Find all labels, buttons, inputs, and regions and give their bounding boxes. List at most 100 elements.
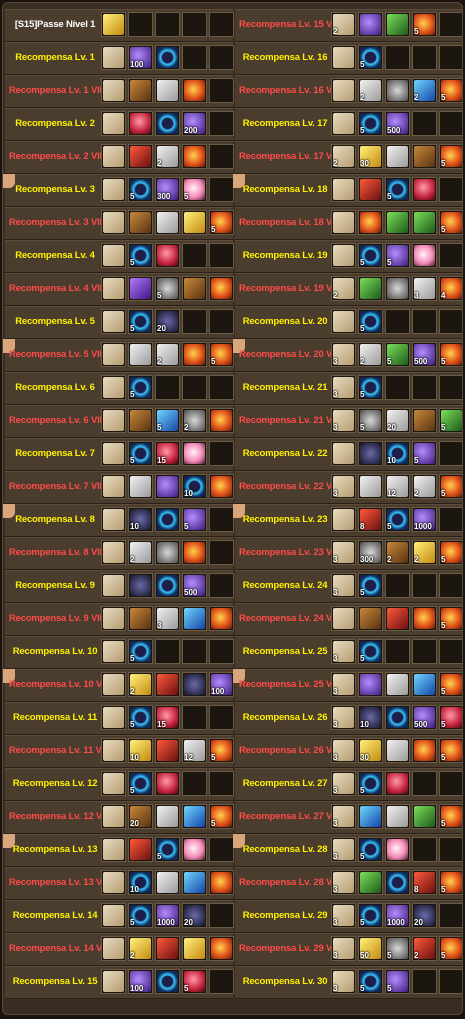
reward-item-slot[interactable] — [101, 177, 126, 202]
reward-item-slot[interactable] — [101, 738, 126, 763]
reward-item-slot[interactable] — [101, 804, 126, 829]
reward-item-slot[interactable] — [155, 540, 180, 565]
reward-item-slot[interactable]: 12 — [385, 474, 410, 499]
reward-item-slot[interactable]: 20 — [155, 309, 180, 334]
reward-item-slot[interactable] — [101, 639, 126, 664]
reward-item-slot[interactable]: 2 — [412, 936, 437, 961]
reward-item-slot[interactable]: 5 — [155, 276, 180, 301]
reward-item-slot[interactable]: 5 — [128, 177, 153, 202]
reward-item-slot[interactable] — [128, 210, 153, 235]
reward-item-slot[interactable] — [331, 210, 356, 235]
reward-item-slot[interactable] — [358, 12, 383, 37]
reward-item-slot[interactable] — [358, 441, 383, 466]
reward-item-slot[interactable]: 30 — [358, 144, 383, 169]
reward-item-slot[interactable]: 4 — [439, 276, 462, 301]
reward-item-slot[interactable] — [182, 837, 207, 862]
reward-item-slot[interactable]: 5 — [209, 804, 234, 829]
reward-item-slot[interactable] — [101, 969, 126, 994]
reward-item-slot[interactable] — [412, 408, 437, 433]
reward-item-slot[interactable]: 5 — [209, 210, 234, 235]
reward-item-slot[interactable]: 5 — [385, 243, 410, 268]
reward-item-slot[interactable]: 5 — [358, 243, 383, 268]
reward-item-slot[interactable]: 10 — [128, 738, 153, 763]
reward-item-slot[interactable]: 1000 — [385, 903, 410, 928]
reward-item-slot[interactable] — [331, 45, 356, 70]
reward-item-slot[interactable] — [128, 342, 153, 367]
reward-item-slot[interactable]: 15 — [155, 441, 180, 466]
reward-item-slot[interactable]: 3 — [331, 573, 356, 598]
reward-item-slot[interactable]: 5 — [128, 771, 153, 796]
reward-item-slot[interactable]: 3 — [331, 903, 356, 928]
reward-item-slot[interactable] — [101, 441, 126, 466]
reward-item-slot[interactable]: 5 — [358, 903, 383, 928]
reward-item-slot[interactable] — [128, 474, 153, 499]
reward-item-slot[interactable]: 5 — [358, 111, 383, 136]
reward-item-slot[interactable] — [155, 474, 180, 499]
reward-item-slot[interactable] — [182, 540, 207, 565]
reward-item-slot[interactable] — [128, 276, 153, 301]
reward-item-slot[interactable] — [101, 45, 126, 70]
reward-item-slot[interactable] — [101, 903, 126, 928]
reward-item-slot[interactable]: 2 — [331, 276, 356, 301]
reward-item-slot[interactable] — [182, 78, 207, 103]
reward-item-slot[interactable] — [155, 210, 180, 235]
reward-item-slot[interactable]: 300 — [155, 177, 180, 202]
reward-item-slot[interactable] — [209, 936, 234, 961]
reward-item-slot[interactable]: 3 — [331, 738, 356, 763]
reward-item-slot[interactable]: 3 — [331, 804, 356, 829]
reward-item-slot[interactable]: 2 — [182, 408, 207, 433]
reward-item-slot[interactable] — [128, 78, 153, 103]
reward-item-slot[interactable]: 100 — [209, 672, 234, 697]
reward-item-slot[interactable]: 5 — [155, 408, 180, 433]
reward-item-slot[interactable]: 1000 — [412, 507, 437, 532]
reward-item-slot[interactable]: 3 — [412, 276, 437, 301]
reward-item-slot[interactable]: 5 — [385, 342, 410, 367]
reward-item-slot[interactable]: 2 — [128, 936, 153, 961]
reward-item-slot[interactable]: 3 — [331, 408, 356, 433]
reward-item-slot[interactable]: 3 — [331, 672, 356, 697]
reward-item-slot[interactable]: 20 — [182, 903, 207, 928]
reward-item-slot[interactable]: 30 — [358, 738, 383, 763]
reward-item-slot[interactable]: 3 — [331, 969, 356, 994]
reward-item-slot[interactable] — [385, 606, 410, 631]
reward-item-slot[interactable] — [155, 111, 180, 136]
reward-item-slot[interactable] — [101, 375, 126, 400]
reward-item-slot[interactable]: 5 — [358, 969, 383, 994]
reward-item-slot[interactable] — [412, 144, 437, 169]
reward-item-slot[interactable]: 20 — [385, 408, 410, 433]
reward-item-slot[interactable] — [101, 771, 126, 796]
reward-item-slot[interactable] — [385, 738, 410, 763]
reward-item-slot[interactable] — [358, 474, 383, 499]
reward-item-slot[interactable] — [101, 573, 126, 598]
reward-item-slot[interactable] — [101, 705, 126, 730]
reward-item-slot[interactable] — [101, 78, 126, 103]
reward-item-slot[interactable] — [385, 837, 410, 862]
reward-item-slot[interactable] — [128, 606, 153, 631]
reward-item-slot[interactable] — [101, 276, 126, 301]
reward-item-slot[interactable] — [412, 177, 437, 202]
reward-item-slot[interactable]: 2 — [331, 12, 356, 37]
reward-item-slot[interactable] — [101, 243, 126, 268]
reward-item-slot[interactable] — [385, 804, 410, 829]
reward-item-slot[interactable] — [182, 276, 207, 301]
reward-item-slot[interactable] — [358, 606, 383, 631]
reward-item-slot[interactable]: 500 — [412, 342, 437, 367]
reward-item-slot[interactable]: 300 — [358, 540, 383, 565]
reward-item-slot[interactable]: 5 — [439, 474, 462, 499]
reward-item-slot[interactable]: 2 — [358, 78, 383, 103]
reward-item-slot[interactable]: 5 — [385, 969, 410, 994]
reward-item-slot[interactable] — [101, 342, 126, 367]
reward-item-slot[interactable]: 100 — [128, 969, 153, 994]
reward-item-slot[interactable]: 2 — [155, 342, 180, 367]
reward-item-slot[interactable]: 5 — [358, 408, 383, 433]
reward-item-slot[interactable] — [128, 837, 153, 862]
reward-item-slot[interactable]: 2 — [385, 540, 410, 565]
reward-item-slot[interactable]: 3 — [331, 936, 356, 961]
reward-item-slot[interactable] — [101, 507, 126, 532]
reward-item-slot[interactable] — [101, 12, 126, 37]
reward-item-slot[interactable]: 5 — [439, 210, 462, 235]
reward-item-slot[interactable]: 5 — [439, 408, 462, 433]
reward-item-slot[interactable] — [182, 870, 207, 895]
reward-item-slot[interactable] — [182, 936, 207, 961]
reward-item-slot[interactable] — [155, 870, 180, 895]
